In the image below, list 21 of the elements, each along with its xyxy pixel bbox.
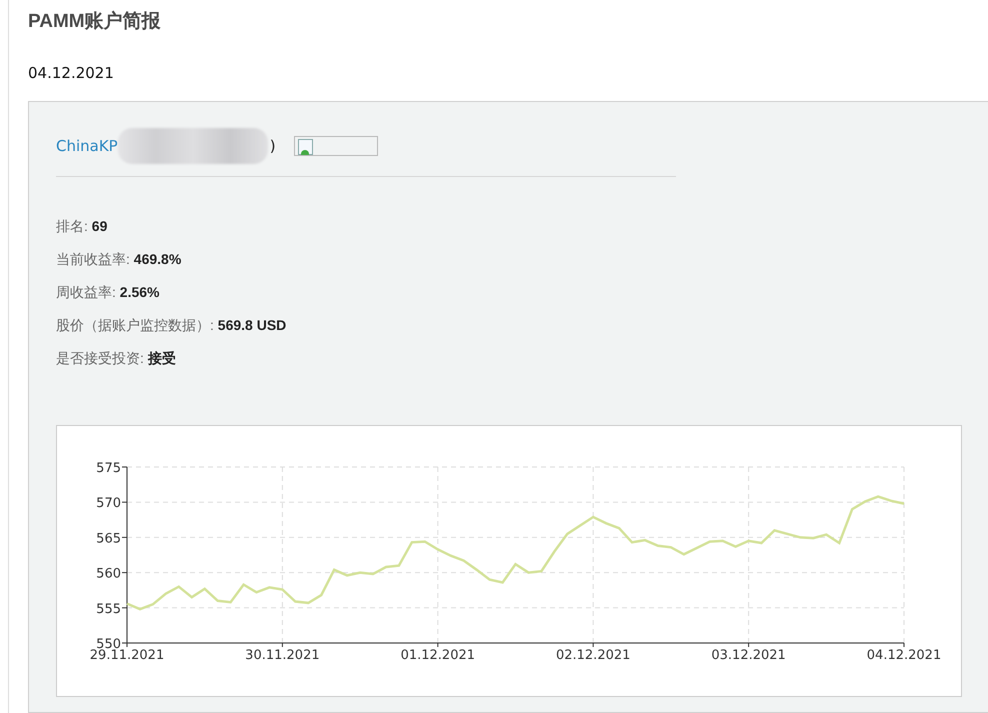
axis-label: 02.12.2021 bbox=[556, 648, 630, 663]
axis-label: 30.11.2021 bbox=[245, 648, 320, 663]
axis-label: 29.11.2021 bbox=[90, 648, 164, 663]
stat-line: 股价（据账户监控数据）: 569.8 USD bbox=[56, 316, 288, 334]
axis-label: 01.12.2021 bbox=[400, 648, 476, 663]
axis-label: 570 bbox=[96, 496, 121, 512]
stat-line: 是否接受投资: 接受 bbox=[56, 349, 177, 367]
axis-label: 565 bbox=[96, 531, 121, 546]
broken-image-icon bbox=[294, 136, 378, 156]
closing-paren: ) bbox=[270, 137, 276, 155]
stat-line: 周收益率: 2.56% bbox=[56, 283, 160, 301]
axis-label: 03.12.2021 bbox=[711, 648, 786, 663]
axis-label: 04.12.2021 bbox=[866, 648, 942, 663]
stat-line: 当前收益率: 469.8% bbox=[56, 250, 182, 268]
axis-label: 560 bbox=[96, 566, 121, 582]
page-title: PAMM账户简报 bbox=[28, 10, 162, 34]
stat-line: 排名: 69 bbox=[56, 217, 108, 235]
account-link[interactable]: ChinaKP bbox=[56, 137, 118, 155]
axis-label: 555 bbox=[96, 602, 121, 617]
axis-label: 575 bbox=[96, 461, 121, 476]
report-date: 04.12.2021 bbox=[28, 64, 115, 82]
